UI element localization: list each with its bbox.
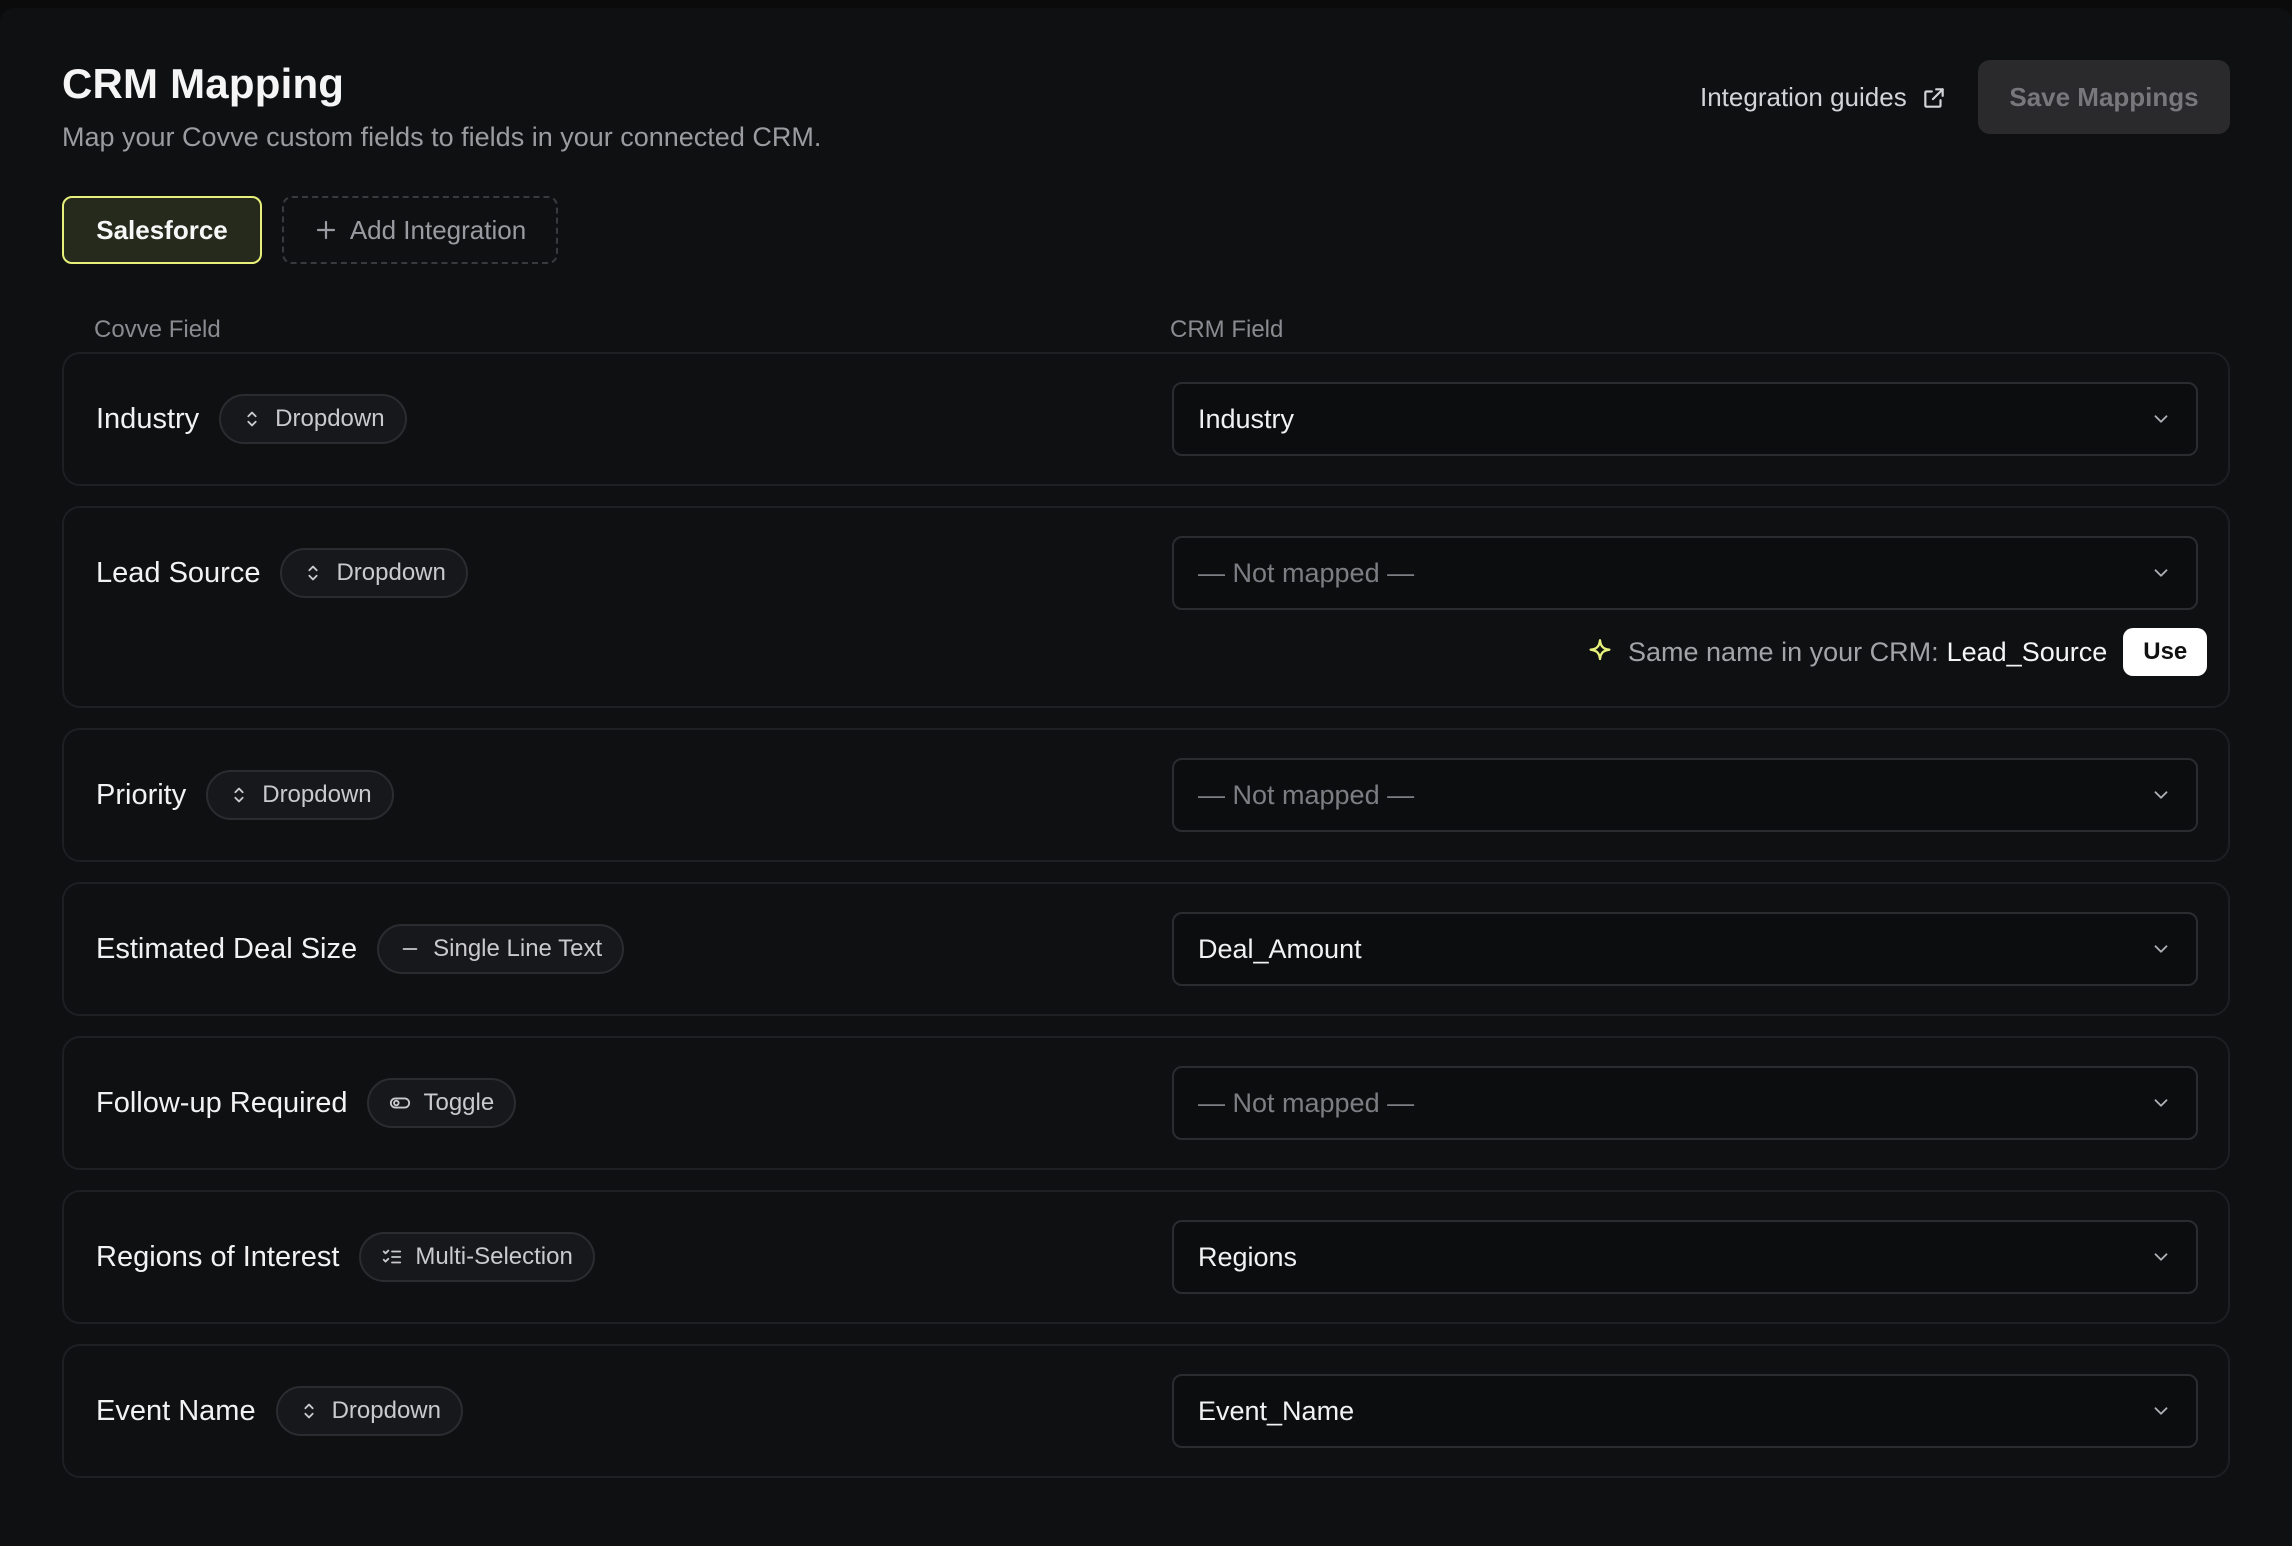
field-type-label: Single Line Text bbox=[433, 935, 603, 962]
crm-field-value: Regions bbox=[1198, 1241, 1298, 1272]
suggestion-text: Same name in your CRM: bbox=[1628, 636, 1939, 667]
mapping-row: Estimated Deal Size Single Line Text Dea… bbox=[62, 882, 2230, 1016]
field-name: Follow-up Required bbox=[96, 1086, 348, 1119]
mapping-row: Follow-up Required Toggle — Not mapped — bbox=[62, 1036, 2230, 1170]
crm-field-select[interactable]: Industry bbox=[1172, 382, 2198, 456]
crm-field-value: Industry bbox=[1198, 403, 1295, 434]
chevron-down-icon bbox=[2154, 1099, 2168, 1107]
page-subtitle: Map your Covve custom fields to fields i… bbox=[62, 122, 822, 152]
field-name: Industry bbox=[96, 402, 200, 435]
field-type-label: Dropdown bbox=[331, 1397, 441, 1424]
field-name: Lead Source bbox=[96, 556, 261, 589]
field-type-label: Dropdown bbox=[275, 405, 385, 432]
mapping-row: Regions of Interest Multi-Selection Regi… bbox=[62, 1190, 2230, 1324]
column-header-crm-field: CRM Field bbox=[1170, 316, 1284, 343]
field-name: Estimated Deal Size bbox=[96, 932, 358, 965]
add-integration-label: Add Integration bbox=[349, 214, 527, 245]
field-type-badge: Toggle bbox=[367, 1078, 517, 1128]
field-type-badge: Dropdown bbox=[206, 770, 394, 820]
column-header-covve-field: Covve Field bbox=[94, 316, 221, 343]
covve-field: Follow-up Required Toggle bbox=[96, 1078, 517, 1128]
field-type-badge: Single Line Text bbox=[377, 924, 625, 974]
crm-field-select[interactable]: — Not mapped — bbox=[1172, 536, 2198, 610]
field-type-badge: Dropdown bbox=[219, 394, 407, 444]
mapping-row: Event Name Dropdown Event_Name bbox=[62, 1344, 2230, 1478]
field-name: Priority bbox=[96, 778, 187, 811]
field-type-label: Toggle bbox=[423, 1089, 495, 1116]
sort-arrows-icon bbox=[234, 787, 244, 803]
external-link-icon bbox=[1923, 87, 1944, 108]
add-integration-button[interactable]: Add Integration bbox=[282, 196, 558, 264]
chevron-down-icon bbox=[2154, 791, 2168, 799]
mapping-row: Lead Source Dropdown — Not mapped — Same… bbox=[62, 506, 2230, 708]
field-type-label: Multi-Selection bbox=[415, 1243, 573, 1270]
chevron-down-icon bbox=[2154, 1253, 2168, 1261]
mapping-row: Priority Dropdown — Not mapped — bbox=[62, 728, 2230, 862]
chevron-down-icon bbox=[2154, 945, 2168, 953]
use-suggestion-button[interactable]: Use bbox=[2123, 628, 2208, 676]
checklist-icon bbox=[383, 1249, 402, 1264]
crm-field-value: — Not mapped — bbox=[1198, 779, 1415, 810]
save-mappings-button[interactable]: Save Mappings bbox=[1978, 60, 2230, 134]
crm-field-value: — Not mapped — bbox=[1198, 1087, 1415, 1118]
chevron-down-icon bbox=[2154, 569, 2168, 577]
crm-field-select[interactable]: — Not mapped — bbox=[1172, 758, 2198, 832]
toggle-icon bbox=[390, 1097, 411, 1109]
sort-arrows-icon bbox=[303, 1403, 314, 1419]
chevron-down-icon bbox=[2154, 415, 2168, 423]
field-type-label: Dropdown bbox=[262, 781, 372, 808]
crm-field-select[interactable]: Regions bbox=[1172, 1220, 2198, 1294]
crm-field-select[interactable]: Event_Name bbox=[1172, 1374, 2198, 1448]
covve-field: Estimated Deal Size Single Line Text bbox=[96, 924, 625, 974]
crm-field-value: — Not mapped — bbox=[1198, 557, 1415, 588]
covve-field: Priority Dropdown bbox=[96, 770, 394, 820]
crm-field-select[interactable]: Deal_Amount bbox=[1172, 912, 2198, 986]
mapping-row: Industry Dropdown Industry bbox=[62, 352, 2230, 486]
sort-arrows-icon bbox=[308, 565, 319, 581]
page-title: CRM Mapping bbox=[62, 60, 345, 107]
covve-field: Event Name Dropdown bbox=[96, 1386, 463, 1436]
tab-salesforce[interactable]: Salesforce bbox=[62, 196, 262, 264]
integration-guides-label: Integration guides bbox=[1700, 82, 1907, 112]
crm-field-select[interactable]: — Not mapped — bbox=[1172, 1066, 2198, 1140]
dash-icon bbox=[402, 948, 418, 950]
suggestion-match: Lead_Source bbox=[1946, 636, 2108, 667]
covve-field: Regions of Interest Multi-Selection bbox=[96, 1232, 595, 1282]
sparkle-icon bbox=[1589, 639, 1611, 661]
field-name: Regions of Interest bbox=[96, 1240, 340, 1273]
field-type-badge: Dropdown bbox=[280, 548, 468, 598]
integration-guides-link[interactable]: Integration guides bbox=[1700, 82, 1947, 113]
crm-field-value: Event_Name bbox=[1198, 1395, 1355, 1426]
covve-field: Industry Dropdown bbox=[96, 394, 407, 444]
covve-field: Lead Source Dropdown bbox=[96, 548, 468, 598]
plus-icon bbox=[316, 220, 335, 240]
field-type-badge: Dropdown bbox=[275, 1386, 463, 1436]
crm-mapping-panel: CRM Mapping Map your Covve custom fields… bbox=[0, 8, 2292, 1546]
chevron-down-icon bbox=[2154, 1407, 2168, 1415]
crm-field-value: Deal_Amount bbox=[1198, 933, 1362, 964]
sort-arrows-icon bbox=[247, 411, 257, 427]
field-type-badge: Multi-Selection bbox=[359, 1232, 595, 1282]
same-name-suggestion: Same name in your CRM: Lead_Source Use bbox=[1586, 628, 2208, 676]
field-type-label: Dropdown bbox=[336, 559, 446, 586]
field-name: Event Name bbox=[96, 1394, 256, 1427]
